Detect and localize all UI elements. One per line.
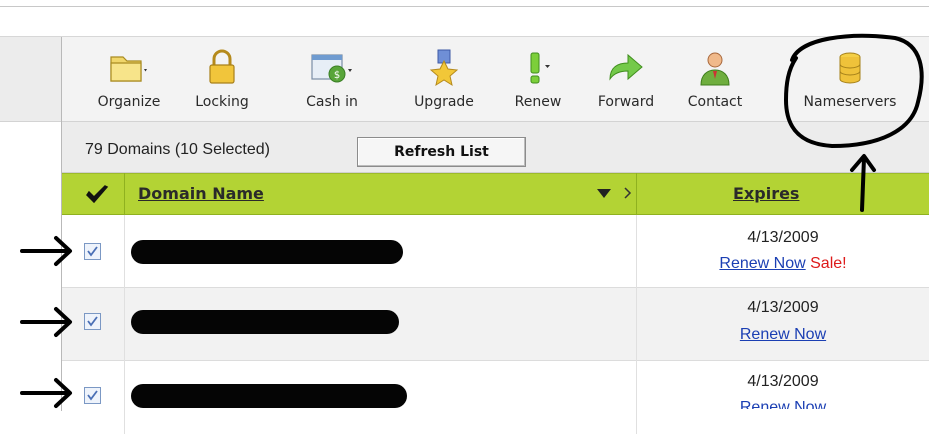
annotation-circle (783, 33, 924, 149)
annotation-arrow-right (20, 378, 72, 408)
annotation-arrow-right (20, 236, 72, 266)
annotation-overlay (20, 33, 924, 408)
annotation-arrow-up (850, 154, 876, 212)
annotation-arrow-right (20, 307, 72, 337)
